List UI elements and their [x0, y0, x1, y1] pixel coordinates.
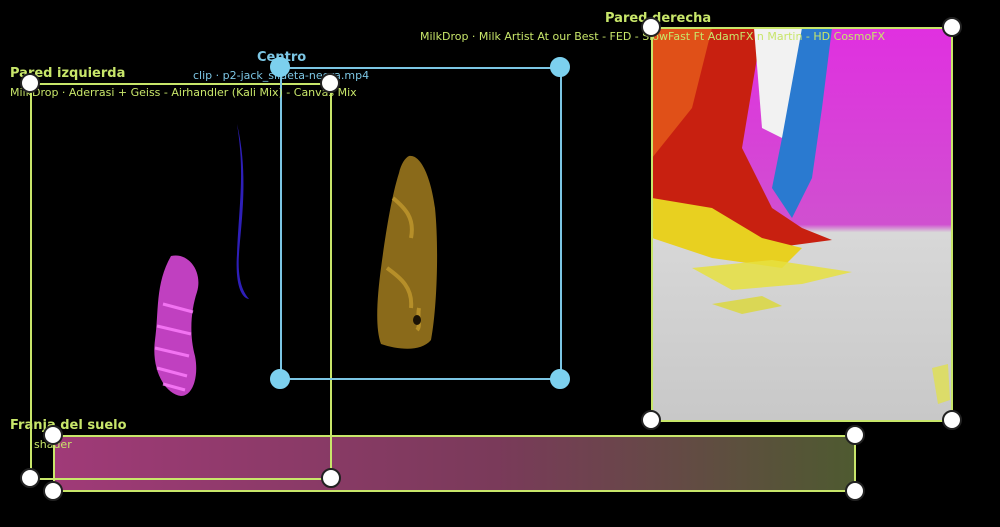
right-wall-handle-top-right[interactable]	[942, 17, 962, 37]
left-wall-handle-bottom-right[interactable]	[321, 468, 341, 488]
center-handle-top-left[interactable]	[270, 57, 290, 77]
floor-handle-top-left[interactable]	[43, 425, 63, 445]
right-wall-handle-bottom-right[interactable]	[942, 410, 962, 430]
floor-handle-bottom-left[interactable]	[43, 481, 63, 501]
right-wall-surface[interactable]	[651, 27, 953, 422]
center-handle-top-right[interactable]	[550, 57, 570, 77]
center-surface[interactable]	[280, 67, 562, 380]
right-wall-handle-bottom-left[interactable]	[641, 410, 661, 430]
floor-title: Franja del suelo	[10, 418, 127, 433]
left-wall-handle-bottom-left[interactable]	[20, 468, 40, 488]
left-wall-source: MilkDrop · Aderrasi + Geiss - Airhandler…	[10, 86, 357, 99]
center-handle-bottom-right[interactable]	[550, 369, 570, 389]
left-wall-handle-top-right[interactable]	[320, 73, 340, 93]
floor-handle-top-right[interactable]	[845, 425, 865, 445]
left-wall-handle-top-left[interactable]	[20, 73, 40, 93]
right-wall-handle-top-left[interactable]	[641, 17, 661, 37]
center-handle-bottom-left[interactable]	[270, 369, 290, 389]
floor-surface[interactable]	[53, 435, 856, 492]
floor-handle-bottom-right[interactable]	[845, 481, 865, 501]
